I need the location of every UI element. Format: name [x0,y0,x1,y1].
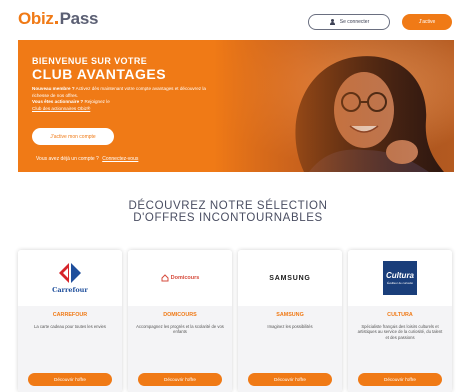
section-title-line1: DÉCOUVREZ NOTRE SÉLECTION [128,200,328,212]
card-body: CULTURA Spécialiste français des loisirs… [348,306,452,392]
offers-list: Carrefour CARREFOUR La carte cadeau pour… [18,250,454,392]
discover-offer-button[interactable]: Découvrir l'offre [138,373,222,386]
card-name: DOMICOURS [163,312,197,318]
hero-content: BIENVENUE SUR VOTRE CLUB AVANTAGES Nouve… [32,56,222,112]
offer-card-carrefour[interactable]: Carrefour CARREFOUR La carte cadeau pour… [18,250,122,392]
discover-offer-label: Découvrir l'offre [164,377,196,382]
activate-account-label: J'active mon compte [50,133,96,140]
discover-offer-button[interactable]: Découvrir l'offre [28,373,112,386]
card-name: CARREFOUR [52,312,88,318]
card-body: SAMSUNG Imaginez les possibilités Découv… [238,306,342,392]
obizpass-logo[interactable]: Obiz Pass [18,9,98,31]
new-member-label: Nouveau membre ? [32,86,75,91]
activate-button-label: J'active [418,19,436,25]
offer-card-domicours[interactable]: Domicours DOMICOURS Accompagnez les prog… [128,250,232,392]
hero-title-line2: CLUB AVANTAGES [32,66,167,82]
shareholder-text: Rejoignez le [84,99,110,105]
shareholder-label: Vous êtes actionnaire ? [32,99,84,105]
samsung-logo: SAMSUNG [269,274,311,282]
connect-link[interactable]: Connectez-vous [102,156,138,162]
card-description: La carte cadeau pour toutes les envies [34,324,106,329]
domicours-emblem-icon [161,274,169,282]
discover-offer-label: Découvrir l'offre [54,377,86,382]
cultura-logo: Cultura Éveilleur de curiosité [383,261,417,295]
card-body: DOMICOURS Accompagnez les progrès et la … [128,306,232,392]
offer-card-cultura[interactable]: Cultura Éveilleur de curiosité CULTURA S… [348,250,452,392]
discover-offer-label: Découvrir l'offre [274,377,306,382]
shareholder-club-link[interactable]: Club des actionnaires Obiz® [32,106,90,111]
cultura-logo-subtext: Éveilleur de curiosité [387,281,413,285]
card-logo-area: Carrefour [18,250,122,306]
hero-photo-woman [214,40,454,172]
activate-button[interactable]: J'active [402,14,452,30]
discover-offer-label: Découvrir l'offre [384,377,416,382]
card-body: CARREFOUR La carte cadeau pour toutes le… [18,306,122,392]
carrefour-logo-text: Carrefour [52,286,88,294]
card-description: Imaginez les possibilités [267,324,313,329]
existing-account-line: Vous avez déjà un compte ? Connectez-vou… [36,156,138,162]
card-name: SAMSUNG [276,312,304,318]
hero-title-line1: BIENVENUE SUR VOTRE [32,56,148,66]
user-icon [329,18,336,26]
domicours-logo-text: Domicours [170,275,200,281]
activate-account-button[interactable]: J'active mon compte [32,128,114,145]
discover-offer-button[interactable]: Découvrir l'offre [358,373,442,386]
existing-account-question: Vous avez déjà un compte ? [36,156,99,162]
logo-part-obiz: Obiz [18,9,54,28]
offer-card-samsung[interactable]: SAMSUNG SAMSUNG Imaginez les possibilité… [238,250,342,392]
hero-banner: BIENVENUE SUR VOTRE CLUB AVANTAGES Nouve… [18,40,454,172]
section-title: DÉCOUVREZ NOTRE SÉLECTION D'OFFRES INCON… [0,200,456,224]
card-description: Accompagnez les progrès et la scolarité … [136,324,224,335]
login-button[interactable]: Se connecter [308,14,390,30]
card-logo-area: SAMSUNG [238,250,342,306]
header: Obiz Pass Se connecter J'active [0,0,456,40]
domicours-logo: Domicours [161,274,200,282]
card-logo-area: Cultura Éveilleur de curiosité [348,250,452,306]
hero-description: Nouveau membre ? Activez dès maintenant … [32,86,217,112]
discover-offer-button[interactable]: Découvrir l'offre [248,373,332,386]
login-button-label: Se connecter [339,19,370,25]
carrefour-logo: Carrefour [52,263,88,294]
section-title-line2: D'OFFRES INCONTOURNABLES [133,212,323,224]
logo-dot [54,21,58,24]
card-logo-area: Domicours [128,250,232,306]
card-name: CULTURA [387,312,413,318]
logo-part-pass: Pass [59,9,99,28]
card-description: Spécialiste français des loisirs culture… [357,324,443,340]
cultura-logo-text: Cultura [386,271,414,280]
